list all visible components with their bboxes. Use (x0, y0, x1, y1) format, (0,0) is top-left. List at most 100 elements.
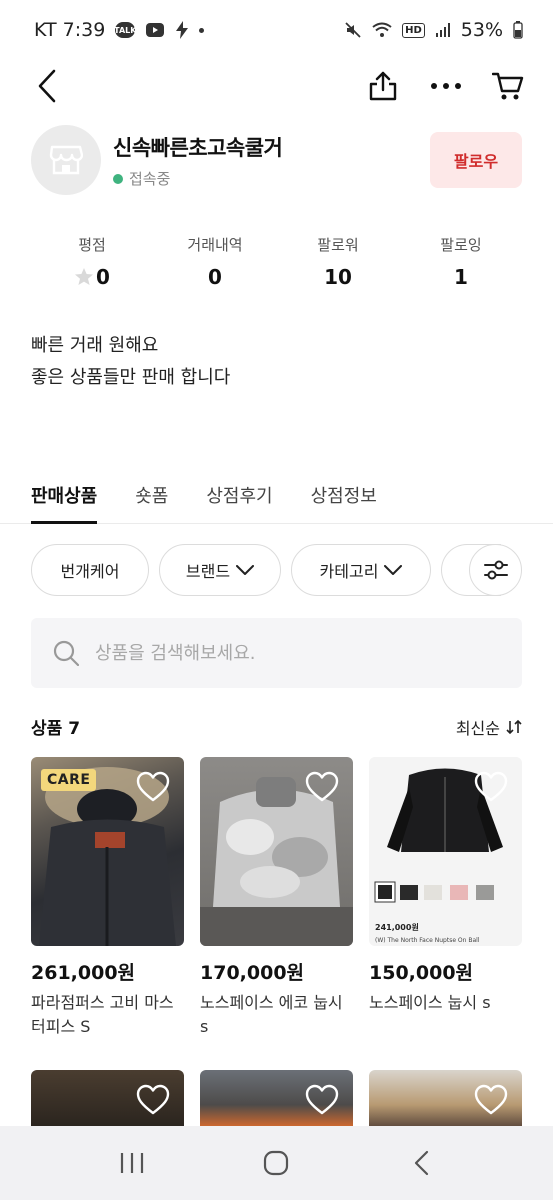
cart-icon (492, 72, 524, 100)
status-left: KT 7:39 TALK (34, 19, 205, 41)
description-line: 빠른 거래 원해요 (31, 335, 159, 356)
shop-description: 빠른 거래 원해요 좋은 상품들만 판매 합니다 (31, 330, 230, 394)
system-back-icon (414, 1150, 428, 1176)
chip-label: 번개케어 (60, 562, 120, 581)
stat-label: 평점 (78, 236, 106, 254)
bolt-icon (176, 21, 189, 39)
product-image: CARE (31, 757, 184, 946)
store-icon (49, 145, 83, 175)
home-button[interactable] (256, 1143, 296, 1183)
sort-button[interactable]: 최신순 (456, 715, 522, 739)
heart-icon[interactable] (305, 1084, 339, 1116)
product-card[interactable]: CARE 261,000원 파라점퍼스 고비 마스터피스 S (31, 757, 184, 1039)
product-card[interactable]: 170,000원 노스페이스 에코 눕시 s (200, 757, 353, 1039)
heart-icon[interactable] (474, 1084, 508, 1116)
product-image (369, 1070, 522, 1128)
product-search[interactable] (31, 618, 522, 688)
more-dots-icon (431, 83, 461, 89)
chip-label: 브랜드 (185, 562, 231, 581)
heart-icon[interactable] (136, 771, 170, 803)
shop-stats: 평점 0 거래내역 0 팔로워 10 팔로잉 1 (31, 234, 522, 289)
stat-rating[interactable]: 평점 0 (31, 234, 153, 289)
status-right: HD 53% (344, 19, 523, 41)
top-nav (0, 60, 553, 110)
product-card[interactable] (200, 1070, 353, 1128)
rating-value: 0 (96, 265, 110, 289)
back-button[interactable] (25, 64, 69, 108)
tab-shop-info[interactable]: 상점정보 (311, 478, 377, 523)
product-image (200, 757, 353, 946)
stat-value: 0 (31, 265, 153, 289)
sort-label: 최신순 (455, 718, 500, 738)
stat-value: 0 (208, 265, 222, 289)
stat-value: 10 (324, 265, 352, 289)
more-button[interactable] (424, 64, 468, 108)
stat-label: 팔로잉 (440, 236, 482, 254)
filter-brand-chip[interactable]: 브랜드 (159, 544, 281, 596)
product-title: 노스페이스 에코 눕시 s (200, 993, 343, 1036)
product-card[interactable]: 241,000원 (W) The North Face Nuptse On Ba… (369, 757, 522, 1015)
hd-icon: HD (402, 22, 425, 38)
stat-value: 1 (454, 265, 468, 289)
stat-following[interactable]: 팔로잉 1 (400, 234, 522, 289)
follow-button[interactable]: 팔로우 (430, 132, 522, 188)
product-price: 261,000원 (31, 962, 136, 984)
carrier-time: KT 7:39 (34, 19, 106, 41)
shop-tabs: 판매상품 숏폼 상점후기 상점정보 (0, 478, 553, 524)
notification-dot-icon (199, 27, 205, 33)
stat-label: 거래내역 (187, 236, 243, 254)
system-nav-bar (0, 1126, 553, 1200)
shop-avatar[interactable] (31, 125, 101, 195)
care-badge: CARE (41, 769, 97, 791)
product-card[interactable] (369, 1070, 522, 1128)
chip-label: 카테고리 (319, 562, 379, 581)
chevron-down-icon (236, 564, 255, 575)
online-status: 접속중 (113, 168, 170, 189)
chevron-down-icon (384, 564, 403, 575)
heart-icon[interactable] (136, 1084, 170, 1116)
product-card[interactable] (31, 1070, 184, 1128)
product-image (31, 1070, 184, 1128)
share-button[interactable] (361, 64, 405, 108)
shop-name: 신속빠른초고속쿨거 (113, 136, 283, 160)
image-caption-text: (W) The North Face Nuptse On Ball (375, 937, 480, 944)
home-icon (264, 1150, 289, 1176)
tab-shortform[interactable]: 숏폼 (135, 478, 168, 523)
search-icon (53, 640, 79, 666)
cart-button[interactable] (486, 64, 530, 108)
search-input[interactable] (95, 642, 475, 664)
talk-icon: TALK (114, 22, 136, 38)
filter-care-chip[interactable]: 번개케어 (31, 544, 149, 596)
product-image: 241,000원 (W) The North Face Nuptse On Ba… (369, 757, 522, 946)
stat-label: 팔로워 (317, 236, 359, 254)
heart-icon[interactable] (305, 771, 339, 803)
image-price-text: 241,000원 (375, 923, 419, 932)
back-arrow-icon (38, 69, 56, 103)
product-price: 170,000원 (200, 962, 305, 984)
wifi-icon (372, 22, 392, 37)
battery-percent: 53% (460, 19, 503, 41)
mute-icon (345, 22, 361, 38)
youtube-icon (146, 23, 165, 37)
star-icon (75, 268, 94, 285)
share-icon (369, 71, 397, 101)
sliders-icon (483, 560, 508, 580)
battery-icon (513, 21, 523, 39)
signal-icon (435, 23, 450, 37)
stat-transactions[interactable]: 거래내역 0 (154, 234, 276, 289)
filter-category-chip[interactable]: 카테고리 (291, 544, 431, 596)
tab-products[interactable]: 판매상품 (31, 478, 98, 524)
tab-reviews[interactable]: 상점후기 (206, 478, 272, 523)
online-dot-icon (113, 173, 123, 184)
product-image (200, 1070, 353, 1128)
online-status-label: 접속중 (129, 170, 171, 188)
stat-followers[interactable]: 팔로워 10 (277, 234, 399, 289)
recent-apps-icon (121, 1153, 144, 1173)
products-header: 상품 7 최신순 (31, 714, 522, 739)
status-bar: KT 7:39 TALK HD 53% (0, 0, 553, 60)
description-line: 좋은 상품들만 판매 합니다 (31, 367, 231, 388)
filter-settings-button[interactable] (469, 544, 522, 596)
heart-icon[interactable] (474, 771, 508, 803)
system-back-button[interactable] (401, 1143, 441, 1183)
recent-apps-button[interactable] (112, 1143, 152, 1183)
